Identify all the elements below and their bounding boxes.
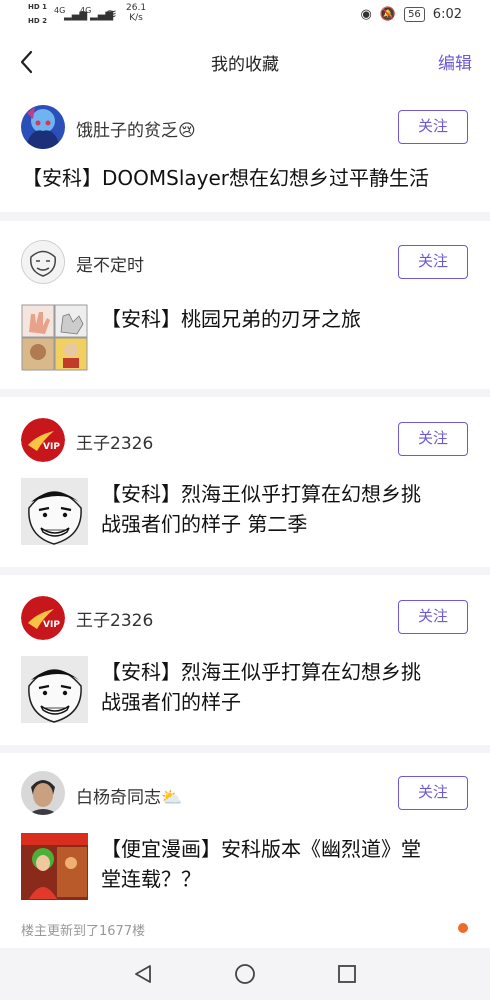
- post-thumbnail[interactable]: [21, 478, 88, 545]
- follow-button[interactable]: 关注: [398, 110, 468, 144]
- author-name[interactable]: 王子2326: [76, 606, 153, 631]
- favorite-card[interactable]: VIP 王子2326 关注 【安科】烈海王似乎打算在幻想乡挑 战强者们的样子 第…: [0, 397, 490, 567]
- vip-badge-icon: VIP: [21, 418, 65, 462]
- status-right: ◉ 🔕 56 6:02: [361, 7, 462, 22]
- avatar[interactable]: [21, 240, 65, 284]
- author-name[interactable]: 王子2326: [76, 429, 153, 454]
- post-title-line-1[interactable]: 【安科】烈海王似乎打算在幻想乡挑: [101, 478, 421, 510]
- system-nav-bar: [0, 948, 490, 1000]
- favorite-card[interactable]: VIP 王子2326 关注 【安科】烈海王似乎打算在幻想乡挑 战强者们的样子: [0, 575, 490, 745]
- svg-text:VIP: VIP: [43, 620, 60, 630]
- status-bar: HD 1 HD 2 4G ▂▄▆ 4G ▂▄▆ ≋ 26.1 K/s ◉ 🔕 5…: [0, 0, 490, 36]
- avatar[interactable]: [21, 771, 65, 815]
- speed-unit: K/s: [129, 13, 143, 23]
- avatar[interactable]: VIP: [21, 596, 65, 640]
- avatar-anime-image: [21, 105, 65, 149]
- author-name[interactable]: 白杨奇同志⛅: [76, 783, 182, 808]
- vip-badge-icon: VIP: [21, 596, 65, 640]
- top-bar: 我的收藏 编辑: [0, 36, 490, 88]
- wifi-icon: ≋: [106, 7, 117, 22]
- page-title: 我的收藏: [211, 55, 279, 75]
- square-recents-icon: [338, 965, 356, 983]
- post-title-line-2[interactable]: 堂连载？？: [101, 863, 201, 895]
- post-thumbnail[interactable]: [21, 833, 88, 900]
- triangle-back-icon: [135, 965, 151, 983]
- clock: 6:02: [432, 7, 462, 22]
- avatar-portrait-image: [21, 771, 65, 815]
- mute-bell-icon: 🔕: [379, 7, 397, 22]
- svg-text:VIP: VIP: [43, 442, 60, 452]
- nav-back-button[interactable]: [131, 962, 155, 986]
- favorite-card[interactable]: 是不定时 关注 【安科】桃园兄弟的刃牙之旅: [0, 221, 490, 389]
- manga-face-image: [21, 478, 88, 545]
- follow-button[interactable]: 关注: [398, 600, 468, 634]
- avatar-face-drawing: [22, 241, 64, 283]
- edit-button[interactable]: 编辑: [438, 49, 472, 74]
- post-title-line-2[interactable]: 战强者们的样子 第二季: [101, 508, 307, 540]
- back-arrow-icon: [20, 50, 33, 74]
- network-indicators: HD 1 HD 2: [28, 3, 47, 26]
- manga-panels-image: [21, 304, 88, 371]
- favorite-card[interactable]: 饿肚子的贫乏😢 关注 【安科】DOOMSlayer想在幻想乡过平静生活: [0, 88, 490, 212]
- nav-home-button[interactable]: [233, 962, 257, 986]
- follow-button[interactable]: 关注: [398, 422, 468, 456]
- post-thumbnail[interactable]: [21, 304, 88, 371]
- follow-button[interactable]: 关注: [398, 776, 468, 810]
- speed-value: 26.1: [126, 3, 147, 13]
- unread-dot: [458, 923, 468, 933]
- nav-recents-button[interactable]: [335, 962, 359, 986]
- manga-face-image: [21, 656, 88, 723]
- post-title-line-1[interactable]: 【便宜漫画】安科版本《幽烈道》堂: [101, 833, 421, 865]
- network-speed: 26.1 K/s: [126, 3, 146, 23]
- hd1-label: HD 1: [28, 3, 47, 11]
- post-title[interactable]: 【安科】DOOMSlayer想在幻想乡过平静生活: [22, 162, 429, 194]
- back-button[interactable]: [14, 42, 44, 82]
- circle-home-icon: [235, 964, 255, 984]
- update-note: 楼主更新到了1677楼: [21, 924, 146, 939]
- battery-indicator: 56: [404, 7, 425, 22]
- avatar[interactable]: VIP: [21, 418, 65, 462]
- follow-button[interactable]: 关注: [398, 245, 468, 279]
- manga-cover-image: [21, 833, 88, 900]
- post-title-line-2[interactable]: 战强者们的样子: [101, 686, 241, 718]
- author-name[interactable]: 是不定时: [76, 251, 144, 276]
- avatar[interactable]: [21, 105, 65, 149]
- post-thumbnail[interactable]: [21, 656, 88, 723]
- favorite-card[interactable]: 白杨奇同志⛅ 关注 【便宜漫画】安科版本《幽烈道》堂 堂连载？？: [0, 753, 490, 948]
- post-title-line-1[interactable]: 【安科】烈海王似乎打算在幻想乡挑: [101, 656, 421, 688]
- eye-icon: ◉: [360, 7, 372, 22]
- hd2-label: HD 2: [28, 17, 47, 25]
- post-title[interactable]: 【安科】桃园兄弟的刃牙之旅: [101, 303, 361, 335]
- author-name[interactable]: 饿肚子的贫乏😢: [76, 116, 196, 141]
